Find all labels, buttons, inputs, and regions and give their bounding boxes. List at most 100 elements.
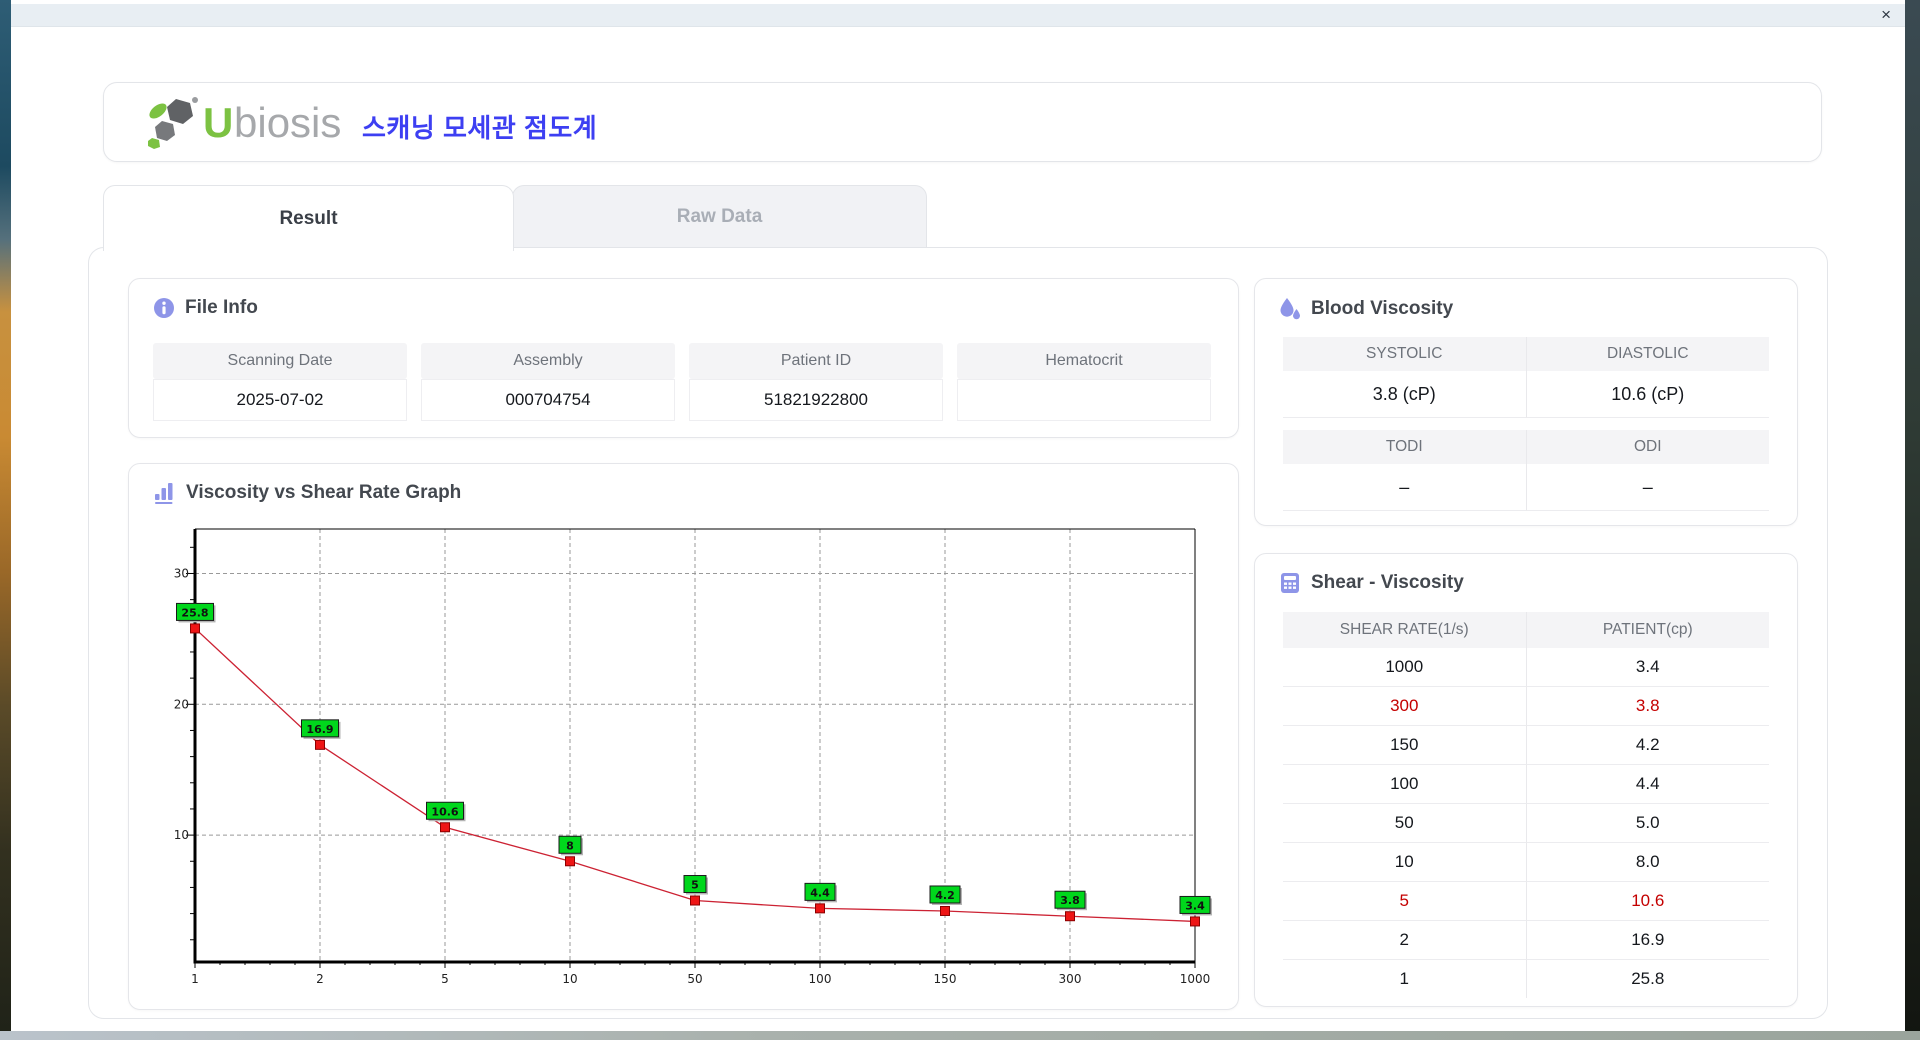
- svg-text:50: 50: [687, 972, 702, 986]
- svg-text:4.2: 4.2: [935, 889, 955, 902]
- patient-viscosity-cell: 4.4: [1526, 765, 1769, 804]
- blood-drops-icon: [1280, 298, 1300, 320]
- field-value: 000704754: [421, 379, 675, 421]
- blood-viscosity-card: Blood Viscosity SYSTOLIC DIASTOLIC 3.8 (cP…: [1254, 278, 1798, 526]
- app-title: 스캐닝 모세관 점도계: [362, 113, 598, 143]
- field-label: Hematocrit: [957, 343, 1211, 379]
- shear-rate-cell: 1: [1283, 960, 1527, 998]
- file-info-field: Patient ID 51821922800: [689, 343, 943, 421]
- blood-header-cell: SYSTOLIC: [1283, 337, 1527, 371]
- file-info-title: File Info: [185, 297, 258, 318]
- field-label: Patient ID: [689, 343, 943, 379]
- shear-header-row: SHEAR RATE(1/s) PATIENT(cp): [1283, 612, 1769, 648]
- table-row: 300 3.8: [1283, 687, 1769, 726]
- table-row: 50 5.0: [1283, 804, 1769, 843]
- patient-viscosity-cell: 8.0: [1526, 843, 1769, 882]
- svg-text:16.9: 16.9: [306, 723, 333, 736]
- file-info-title-row: File Info: [153, 297, 258, 319]
- file-info-field: Scanning Date 2025-07-02: [153, 343, 407, 421]
- blood-header-row: SYSTOLIC DIASTOLIC: [1283, 337, 1769, 371]
- blood-value-cell: 3.8 (cP): [1283, 371, 1527, 418]
- svg-text:10: 10: [174, 828, 189, 842]
- table-row: 1 25.8: [1283, 960, 1769, 998]
- calculator-icon: [1281, 573, 1299, 593]
- svg-text:4.4: 4.4: [810, 886, 830, 899]
- svg-text:1: 1: [191, 972, 199, 986]
- shear-viscosity-title-row: Shear - Viscosity: [1279, 572, 1464, 594]
- blood-value-row: 3.8 (cP) 10.6 (cP): [1283, 371, 1769, 418]
- blood-value-cell: –: [1283, 464, 1527, 511]
- graph-title: Viscosity vs Shear Rate Graph: [186, 482, 462, 503]
- blood-viscosity-title-row: Blood Viscosity: [1279, 297, 1453, 321]
- shear-rate-cell: 1000: [1283, 648, 1527, 687]
- field-value: 51821922800: [689, 379, 943, 421]
- svg-text:5: 5: [691, 879, 699, 892]
- svg-text:10: 10: [562, 972, 577, 986]
- patient-viscosity-cell: 4.2: [1526, 726, 1769, 765]
- shear-rate-cell: 50: [1283, 804, 1527, 843]
- svg-text:3.4: 3.4: [1185, 899, 1205, 912]
- svg-text:1000: 1000: [1180, 972, 1211, 986]
- table-row: 150 4.2: [1283, 726, 1769, 765]
- svg-text:10.6: 10.6: [431, 805, 458, 818]
- blood-viscosity-table: SYSTOLIC DIASTOLIC 3.8 (cP) 10.6 (cP) TODI OD…: [1283, 337, 1769, 511]
- blood-header-row: TODI ODI: [1283, 430, 1769, 464]
- viscosity-shear-chart: 10 20 30 1 2 5 10 50 100 150 300 1000 25.8 16.9 10.6 8 5…: [174, 528, 1212, 986]
- table-row: 1000 3.4: [1283, 648, 1769, 687]
- shear-rate-cell: 100: [1283, 765, 1527, 804]
- svg-text:150: 150: [934, 972, 957, 986]
- shear-rate-cell: 10: [1283, 843, 1527, 882]
- logo-cluster-icon: [148, 97, 198, 149]
- shear-viscosity-table: SHEAR RATE(1/s) PATIENT(cp) 1000 3.4 300 3.8 1…: [1283, 612, 1769, 998]
- patient-viscosity-cell: 5.0: [1526, 804, 1769, 843]
- field-value: 2025-07-02: [153, 379, 407, 421]
- info-icon: [154, 298, 174, 318]
- patient-viscosity-cell: 3.8: [1526, 687, 1769, 726]
- shear-header-cell: PATIENT(cp): [1526, 612, 1769, 648]
- shear-rate-cell: 2: [1283, 921, 1527, 960]
- shear-rate-cell: 150: [1283, 726, 1527, 765]
- svg-text:U: U: [203, 99, 233, 146]
- bar-chart-icon: [155, 483, 173, 504]
- window-titlebar: ×: [11, 4, 1905, 27]
- graph-card: Viscosity vs Shear Rate Graph 10 20 30 1 2 5 1…: [128, 463, 1239, 1010]
- blood-value-row: – –: [1283, 464, 1769, 511]
- graph-title-row: Viscosity vs Shear Rate Graph: [153, 482, 461, 504]
- file-info-fields: Scanning Date 2025-07-02 Assembly 000704754…: [153, 343, 1211, 421]
- header-card: U biosis 스캐닝 모세관 점도계: [103, 82, 1822, 162]
- blood-value-cell: 10.6 (cP): [1526, 371, 1769, 418]
- tab-result-label: Result: [279, 207, 338, 229]
- desktop-background-left: [0, 0, 11, 1040]
- taskbar-strip: [0, 1031, 1920, 1040]
- table-row: 5 10.6: [1283, 882, 1769, 921]
- svg-text:30: 30: [174, 566, 189, 580]
- shear-viscosity-card: Shear - Viscosity SHEAR RATE(1/s) PATIENT…: [1254, 553, 1798, 1007]
- tab-result[interactable]: Result: [103, 185, 514, 251]
- blood-header-cell: ODI: [1526, 430, 1769, 464]
- patient-viscosity-cell: 10.6: [1526, 882, 1769, 921]
- table-row: 10 8.0: [1283, 843, 1769, 882]
- blood-value-cell: –: [1526, 464, 1769, 511]
- blood-viscosity-title: Blood Viscosity: [1311, 298, 1454, 319]
- close-button[interactable]: ×: [1881, 4, 1891, 26]
- desktop-background-right: [1905, 0, 1920, 1040]
- file-info-card: File Info Scanning Date 2025-07-02 Assembl…: [128, 278, 1239, 438]
- shear-header-cell: SHEAR RATE(1/s): [1283, 612, 1527, 648]
- shear-viscosity-title: Shear - Viscosity: [1311, 572, 1464, 593]
- svg-text:100: 100: [809, 972, 832, 986]
- svg-text:300: 300: [1059, 972, 1082, 986]
- table-row: 2 16.9: [1283, 921, 1769, 960]
- field-label: Assembly: [421, 343, 675, 379]
- svg-text:8: 8: [566, 839, 574, 852]
- patient-viscosity-cell: 25.8: [1526, 960, 1769, 998]
- svg-text:25.8: 25.8: [181, 606, 208, 619]
- shear-rate-cell: 300: [1283, 687, 1527, 726]
- tab-raw-data[interactable]: Raw Data: [512, 185, 927, 248]
- main-content-panel: File Info Scanning Date 2025-07-02 Assembl…: [88, 247, 1828, 1019]
- file-info-field: Hematocrit: [957, 343, 1211, 421]
- svg-text:2: 2: [316, 972, 324, 986]
- field-value: [957, 379, 1211, 421]
- table-row: 100 4.4: [1283, 765, 1769, 804]
- tab-raw-data-label: Raw Data: [676, 206, 763, 227]
